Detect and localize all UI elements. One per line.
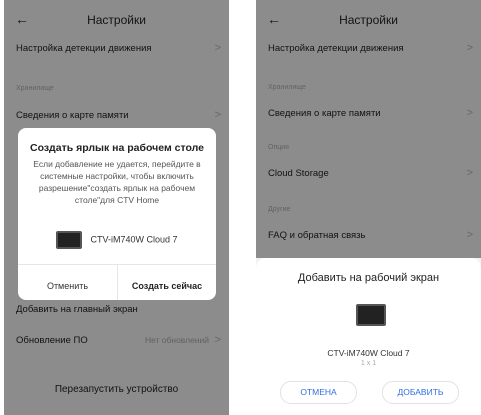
section-header-storage: Хранилище (16, 85, 54, 92)
dim-overlay[interactable] (256, 0, 481, 258)
create-now-button[interactable]: Создать сейчас (118, 281, 216, 291)
chevron-right-icon: > (214, 109, 221, 121)
add-button[interactable]: ДОБАВИТЬ (382, 381, 459, 404)
item-label: Сведения о карте памяти (16, 110, 129, 121)
restart-device-button[interactable]: Перезапустить устройство (4, 384, 229, 395)
item-label: Обновление ПО (16, 335, 88, 346)
device-name: CTV-iM740W Cloud 7 (90, 234, 178, 245)
item-label: Настройка детекции движения (16, 43, 152, 54)
create-shortcut-dialog: Создать ярлык на рабочем столе Если доба… (18, 128, 216, 300)
dialog-message: Если добавление не удается, перейдите в … (33, 159, 201, 205)
device-entry: CTV-iM740W Cloud 7 (18, 231, 216, 249)
widget-size: 1 x 1 (360, 360, 377, 367)
right-phone-screen: ← Настройки Настройка детекции движения … (256, 0, 481, 415)
page-title: Настройки (87, 13, 146, 27)
header: ← Настройки (4, 0, 229, 40)
chevron-right-icon: > (214, 42, 221, 54)
add-to-home-sheet: Добавить на рабочий экран CTV-iM740W Clo… (256, 258, 481, 415)
update-status: Нет обновлений (144, 335, 209, 345)
tv-icon (56, 231, 83, 249)
tv-icon (356, 304, 386, 326)
cancel-button[interactable]: ОТМЕНА (280, 381, 357, 404)
sheet-title: Добавить на рабочий экран (297, 272, 440, 284)
device-name: CTV-iM740W Cloud 7 (327, 348, 410, 358)
item-label: Добавить на главный экран (16, 304, 138, 315)
left-phone-screen: ← Настройки Настройка детекции движения … (4, 0, 229, 415)
chevron-right-icon: > (214, 334, 221, 346)
cancel-button[interactable]: Отменить (18, 281, 117, 291)
dialog-title: Создать ярлык на рабочем столе (29, 142, 205, 154)
